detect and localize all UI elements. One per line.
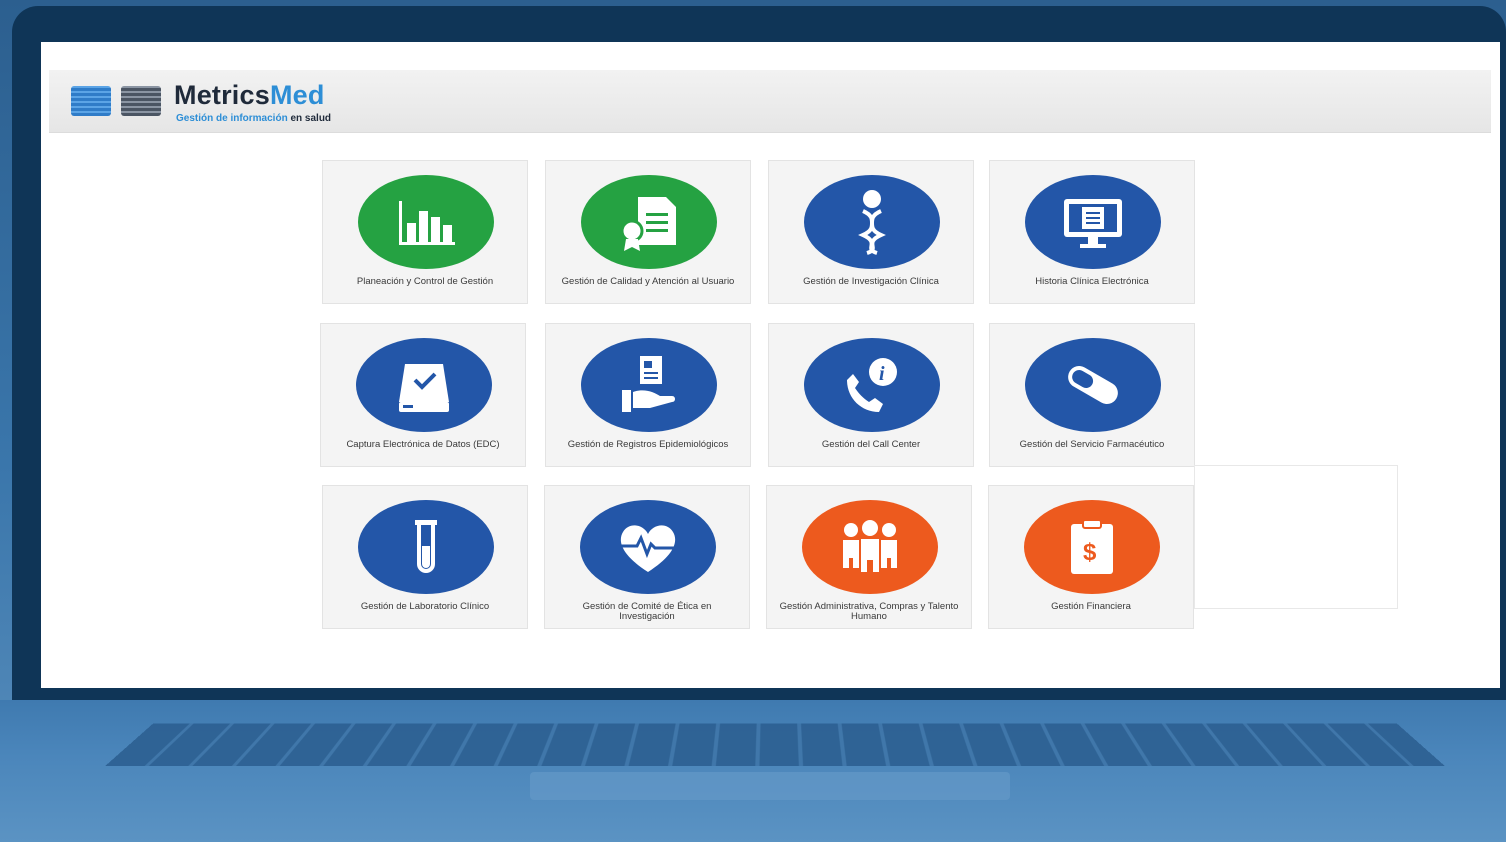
module-icon-circle (358, 175, 494, 269)
logo-chip-blue-icon (71, 86, 111, 116)
module-label: Gestión de Comité de Ética en Investigac… (582, 601, 712, 622)
module-label: Historia Clínica Electrónica (1035, 276, 1149, 287)
module-icon-circle (581, 175, 717, 269)
module-tile-laboratorio[interactable]: Gestión de Laboratorio Clínico (322, 485, 528, 629)
module-tile-planeacion[interactable]: Planeación y Control de Gestión (322, 160, 528, 304)
brand-tagline: Gestión de información en salud (176, 113, 331, 124)
bar-chart-icon (399, 201, 455, 245)
module-label: Gestión de Laboratorio Clínico (360, 601, 490, 612)
pill-icon (1068, 366, 1118, 404)
drive-check-icon (399, 364, 449, 412)
module-label: Gestión Administrativa, Compras y Talent… (779, 601, 959, 622)
module-label: Captura Electrónica de Datos (EDC) (346, 439, 500, 450)
clipboard-dollar-icon: $ (1071, 519, 1113, 574)
phone-info-icon: i (847, 358, 897, 412)
module-tile-epidemiologicos[interactable]: Gestión de Registros Epidemiológicos (545, 323, 751, 467)
module-tile-financiera[interactable]: $ Gestión Financiera (988, 485, 1194, 629)
module-icon-circle (581, 338, 717, 432)
module-label: Gestión del Call Center (821, 439, 921, 450)
module-icon-circle (804, 175, 940, 269)
brand-name-part2: Med (269, 80, 325, 110)
logo-chip-gray-icon (121, 86, 161, 116)
tagline-part2: en salud (290, 113, 332, 124)
module-label: Gestión de Investigación Clínica (803, 276, 939, 287)
svg-text:$: $ (1083, 539, 1097, 566)
heart-pulse-icon (620, 525, 676, 572)
laptop-trackpad (530, 772, 1010, 800)
header-bar: MetricsMed Gestión de información en sal… (49, 70, 1491, 133)
module-label: Gestión de Registros Epidemiológicos (567, 439, 729, 450)
module-icon-circle (1025, 338, 1161, 432)
brand-logo[interactable]: MetricsMed (174, 80, 325, 111)
module-icon-circle (802, 500, 938, 594)
module-tile-etica[interactable]: Gestión de Comité de Ética en Investigac… (544, 485, 750, 629)
module-label: Gestión de Calidad y Atención al Usuario (561, 276, 735, 287)
dna-icon (858, 190, 886, 255)
module-label: Gestión del Servicio Farmacéutico (1019, 439, 1165, 450)
module-tile-investigacion[interactable]: Gestión de Investigación Clínica (768, 160, 974, 304)
certificate-document-icon (620, 197, 676, 251)
empty-panel (1194, 465, 1398, 609)
brand-name-part1: Metrics (174, 80, 270, 110)
hand-document-icon (622, 356, 675, 412)
module-icon-circle (358, 500, 494, 594)
module-tile-farmaceutico[interactable]: Gestión del Servicio Farmacéutico (989, 323, 1195, 467)
module-label: Planeación y Control de Gestión (356, 276, 494, 287)
module-tile-historia-clinica[interactable]: Historia Clínica Electrónica (989, 160, 1195, 304)
module-icon-circle: $ (1024, 500, 1160, 594)
module-tile-administrativa[interactable]: Gestión Administrativa, Compras y Talent… (766, 485, 972, 629)
test-tube-icon (415, 520, 437, 573)
module-tile-calidad[interactable]: Gestión de Calidad y Atención al Usuario (545, 160, 751, 304)
laptop-keyboard-deck (0, 700, 1506, 842)
team-icon (843, 520, 897, 572)
module-icon-circle: i (804, 338, 940, 432)
tagline-part1: Gestión de información (176, 113, 288, 124)
module-icon-circle (1025, 175, 1161, 269)
app-screen: MetricsMed Gestión de información en sal… (41, 42, 1500, 688)
laptop-keyboard (105, 723, 1445, 767)
module-label: Gestión Financiera (1051, 601, 1131, 612)
module-icon-circle (356, 338, 492, 432)
svg-text:i: i (879, 363, 885, 385)
module-tile-edc[interactable]: Captura Electrónica de Datos (EDC) (320, 323, 526, 467)
module-icon-circle (580, 500, 716, 594)
module-tile-call-center[interactable]: i Gestión del Call Center (768, 323, 974, 467)
monitor-record-icon (1064, 199, 1122, 248)
